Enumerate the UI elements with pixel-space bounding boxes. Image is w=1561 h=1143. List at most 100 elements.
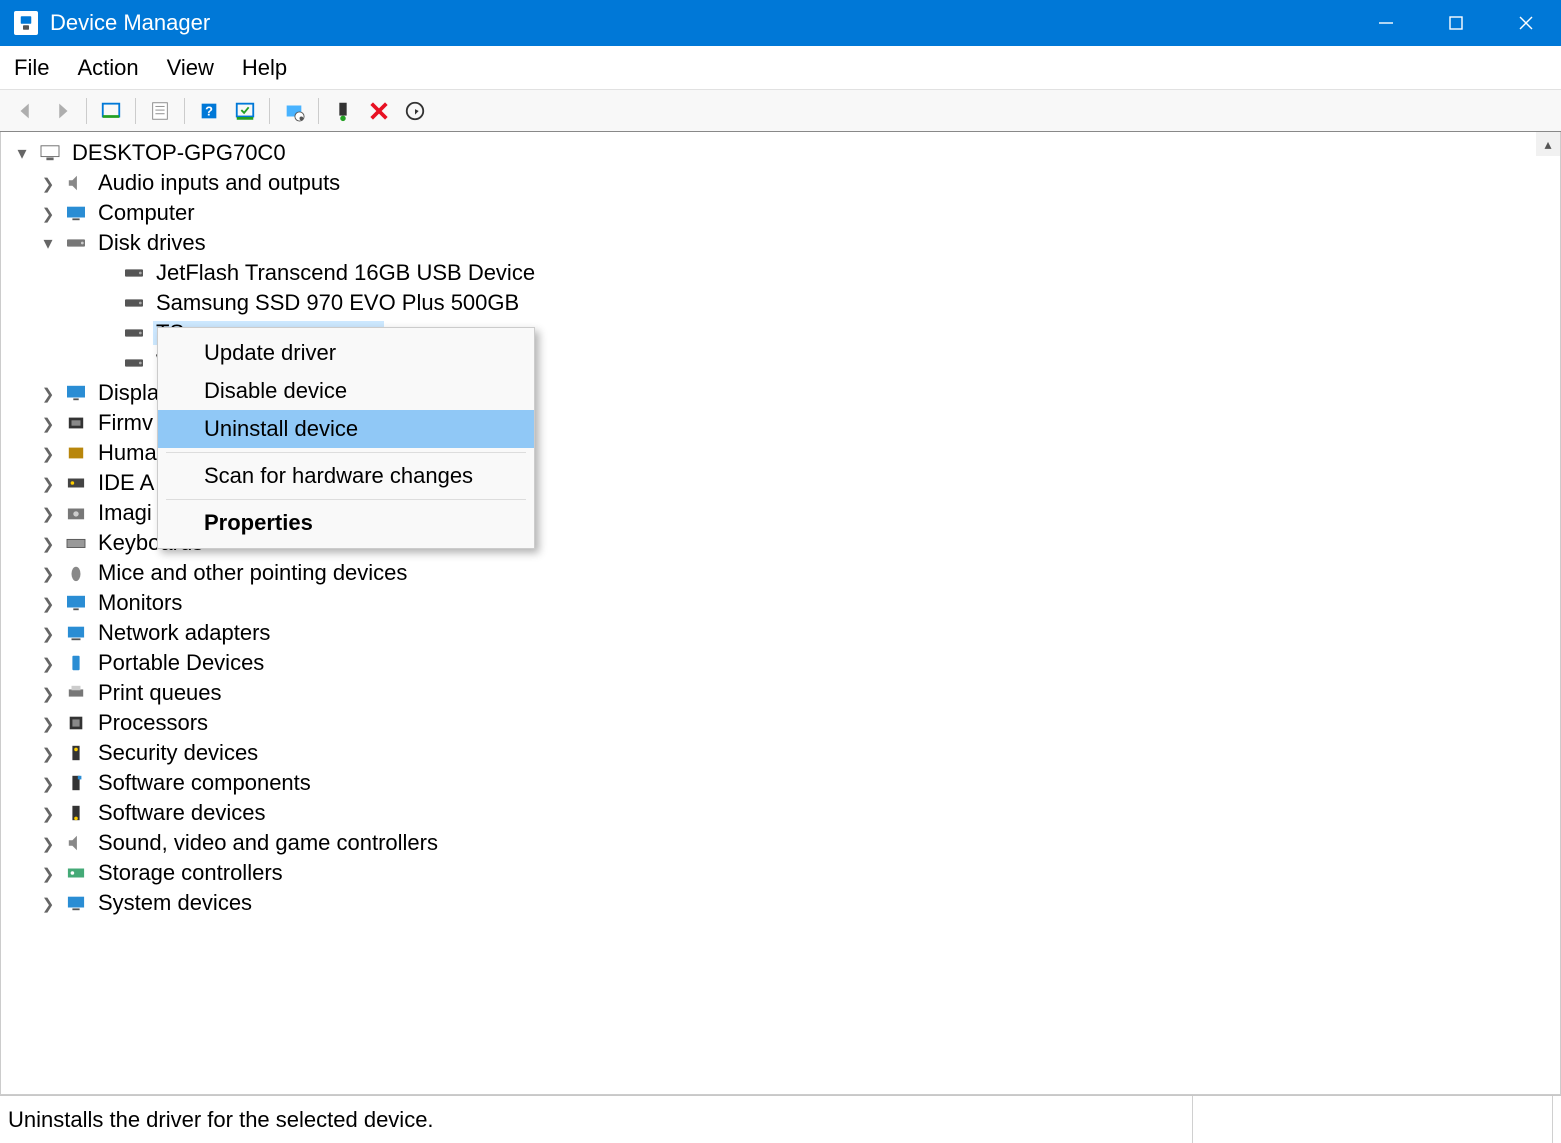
context-scan-hardware[interactable]: Scan for hardware changes <box>158 457 534 495</box>
device-icon <box>121 293 147 313</box>
scroll-up-button[interactable] <box>1536 132 1560 156</box>
tree-item-label: Print queues <box>95 681 225 705</box>
properties-button[interactable] <box>144 95 176 127</box>
expand-icon[interactable] <box>39 234 57 252</box>
device-icon <box>63 413 89 433</box>
tree-item-label: DESKTOP-GPG70C0 <box>69 141 289 165</box>
device-icon <box>63 563 89 583</box>
tree-item-label: Firmv <box>95 411 156 435</box>
tree-category[interactable]: Network adapters <box>13 618 1554 648</box>
tree-category[interactable]: Audio inputs and outputs <box>13 168 1554 198</box>
uninstall-device-button[interactable] <box>363 95 395 127</box>
device-icon <box>63 773 89 793</box>
tree-category[interactable]: Security devices <box>13 738 1554 768</box>
context-divider <box>166 452 526 453</box>
tree-category[interactable]: System devices <box>13 888 1554 918</box>
device-icon <box>63 503 89 523</box>
tree-category[interactable]: Software components <box>13 768 1554 798</box>
expand-icon[interactable] <box>39 504 57 522</box>
tree-item-label: Monitors <box>95 591 185 615</box>
expand-icon[interactable] <box>39 534 57 552</box>
device-icon <box>63 623 89 643</box>
menu-file[interactable]: File <box>14 55 49 81</box>
device-icon <box>63 473 89 493</box>
tree-category[interactable]: Sound, video and game controllers <box>13 828 1554 858</box>
forward-button[interactable] <box>46 95 78 127</box>
tree-item-label: Disk drives <box>95 231 209 255</box>
minimize-button[interactable] <box>1351 0 1421 46</box>
expand-icon[interactable] <box>39 384 57 402</box>
tree-item-label: Portable Devices <box>95 651 267 675</box>
device-icon <box>63 683 89 703</box>
tree-category[interactable]: Disk drives <box>13 228 1554 258</box>
device-icon <box>63 203 89 223</box>
toolbar-separator <box>135 98 136 124</box>
tree-item-label: Software devices <box>95 801 269 825</box>
tree-item-label: Sound, video and game controllers <box>95 831 441 855</box>
tree-category[interactable]: Software devices <box>13 798 1554 828</box>
back-button[interactable] <box>10 95 42 127</box>
expand-icon[interactable] <box>39 804 57 822</box>
device-icon <box>63 593 89 613</box>
tree-category[interactable]: Print queues <box>13 678 1554 708</box>
tree-category[interactable]: Computer <box>13 198 1554 228</box>
maximize-button[interactable] <box>1421 0 1491 46</box>
tree-item-label: Displa <box>95 381 162 405</box>
device-tree-pane: DESKTOP-GPG70C0 Audio inputs and outputs… <box>0 132 1561 1095</box>
toolbar-separator <box>86 98 87 124</box>
expand-icon[interactable] <box>39 444 57 462</box>
svg-text:?: ? <box>205 103 213 118</box>
tree-category[interactable]: Mice and other pointing devices <box>13 558 1554 588</box>
device-icon <box>63 803 89 823</box>
expand-icon[interactable] <box>39 624 57 642</box>
update-driver-button[interactable] <box>278 95 310 127</box>
expand-icon[interactable] <box>39 864 57 882</box>
scan-hardware-button[interactable] <box>229 95 261 127</box>
tree-category[interactable]: Monitors <box>13 588 1554 618</box>
expand-icon[interactable] <box>39 654 57 672</box>
device-icon <box>63 653 89 673</box>
tree-category[interactable]: Storage controllers <box>13 858 1554 888</box>
window-title: Device Manager <box>50 10 1351 36</box>
expand-icon[interactable] <box>39 774 57 792</box>
toolbar-separator <box>269 98 270 124</box>
help-button[interactable]: ? <box>193 95 225 127</box>
expand-icon[interactable] <box>39 564 57 582</box>
expand-icon[interactable] <box>39 204 57 222</box>
tree-category[interactable]: Portable Devices <box>13 648 1554 678</box>
device-icon <box>63 383 89 403</box>
show-hidden-button[interactable] <box>95 95 127 127</box>
tree-device[interactable]: Samsung SSD 970 EVO Plus 500GB <box>13 288 1554 318</box>
tree-item-label: System devices <box>95 891 255 915</box>
context-update-driver[interactable]: Update driver <box>158 334 534 372</box>
tree-item-label: Network adapters <box>95 621 273 645</box>
context-uninstall-device[interactable]: Uninstall device <box>158 410 534 448</box>
tree-root[interactable]: DESKTOP-GPG70C0 <box>13 138 1554 168</box>
tree-item-label: Audio inputs and outputs <box>95 171 343 195</box>
tree-category[interactable]: Processors <box>13 708 1554 738</box>
tree-item-label: JetFlash Transcend 16GB USB Device <box>153 261 538 285</box>
device-icon <box>121 353 147 373</box>
device-icon <box>63 833 89 853</box>
device-icon <box>121 323 147 343</box>
expand-icon[interactable] <box>39 594 57 612</box>
status-text: Uninstalls the driver for the selected d… <box>8 1096 1193 1143</box>
menu-help[interactable]: Help <box>242 55 287 81</box>
enable-device-button[interactable] <box>327 95 359 127</box>
tree-device[interactable]: JetFlash Transcend 16GB USB Device <box>13 258 1554 288</box>
context-properties[interactable]: Properties <box>158 504 534 542</box>
expand-icon[interactable] <box>39 474 57 492</box>
menu-action[interactable]: Action <box>77 55 138 81</box>
expand-icon[interactable] <box>39 894 57 912</box>
disable-device-button[interactable] <box>399 95 431 127</box>
expand-icon[interactable] <box>39 684 57 702</box>
close-button[interactable] <box>1491 0 1561 46</box>
expand-icon[interactable] <box>13 144 31 162</box>
menu-view[interactable]: View <box>167 55 214 81</box>
context-disable-device[interactable]: Disable device <box>158 372 534 410</box>
expand-icon[interactable] <box>39 834 57 852</box>
expand-icon[interactable] <box>39 414 57 432</box>
expand-icon[interactable] <box>39 744 57 762</box>
expand-icon[interactable] <box>39 714 57 732</box>
expand-icon[interactable] <box>39 174 57 192</box>
